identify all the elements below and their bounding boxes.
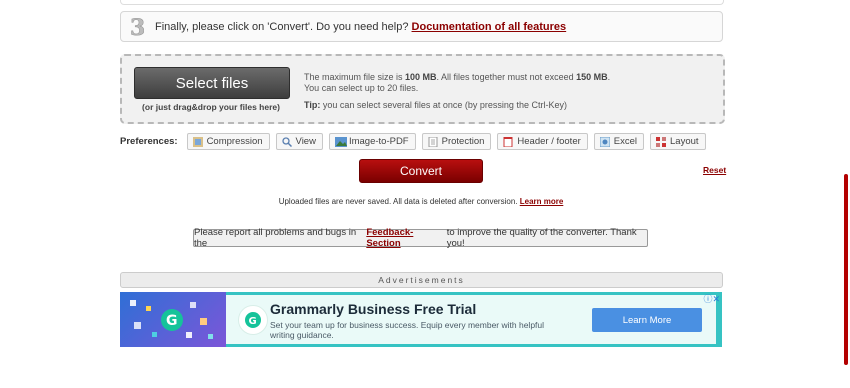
learn-more-link[interactable]: Learn more (520, 197, 564, 206)
advertisements-header: Advertisements (120, 272, 723, 288)
pref-label: Protection (441, 136, 485, 147)
feedback-section-link[interactable]: Feedback-Section (366, 227, 443, 249)
select-files-button[interactable]: Select files (134, 67, 290, 99)
svg-text:3: 3 (130, 16, 144, 38)
pref-compression-button[interactable]: Compression (186, 133, 270, 150)
preferences-label: Preferences: (120, 136, 178, 147)
pref-label: Header / footer (517, 136, 581, 147)
drag-drop-hint: (or just drag&drop your files here) (142, 102, 280, 112)
documentation-link[interactable]: Documentation of all features (412, 21, 567, 33)
pref-excel-button[interactable]: Excel (593, 133, 644, 150)
scrollbar-thumb[interactable] (844, 174, 848, 365)
protection-icon (428, 136, 438, 147)
svg-text:G: G (166, 313, 178, 329)
upload-info: The maximum file size is 100 MB. All fil… (304, 72, 610, 111)
file-drop-zone[interactable]: Select files (or just drag&drop your fil… (120, 54, 725, 124)
tip-text: Tip: you can select several files at onc… (304, 100, 567, 110)
svg-text:G: G (249, 316, 257, 327)
ad-choices-icon[interactable]: ⓘ✕ (703, 292, 720, 305)
preferences-bar: Preferences: Compression View Image-to-P… (120, 132, 712, 151)
feedback-notice: Please report all problems and bugs in t… (193, 227, 648, 249)
ad-title: Grammarly Business Free Trial (270, 301, 477, 317)
pref-layout-button[interactable]: Layout (650, 133, 706, 150)
header-footer-icon (503, 136, 513, 147)
previous-step-panel (120, 0, 724, 5)
pref-protection-button[interactable]: Protection (421, 133, 492, 150)
pref-label: Layout (670, 136, 699, 147)
privacy-notice: Uploaded files are never saved. All data… (278, 197, 564, 206)
excel-icon (599, 136, 611, 147)
step-3-text: Finally, please click on 'Convert'. Do y… (155, 20, 567, 33)
pref-label: Excel (613, 136, 637, 147)
step-3-panel: 3 Finally, please click on 'Convert'. Do… (120, 11, 723, 42)
file-count-limit-text: You can select up to 20 files. (304, 83, 419, 93)
ad-card: G Grammarly Business Free Trial Set your… (226, 295, 716, 344)
pref-label: View (295, 136, 316, 147)
compression-icon (192, 136, 203, 147)
file-size-limit-text: The maximum file size is 100 MB. All fil… (304, 72, 611, 82)
convert-button[interactable]: Convert (359, 159, 483, 183)
pref-view-button[interactable]: View (275, 133, 323, 150)
pref-label: Compression (206, 136, 263, 147)
ad-banner[interactable]: G G Grammarly Business Free Trial Set yo… (120, 292, 722, 347)
pref-label: Image-to-PDF (348, 136, 409, 147)
reset-link[interactable]: Reset (703, 165, 726, 175)
grammarly-logo-icon: G (238, 305, 268, 335)
image-icon (334, 136, 347, 147)
pref-header-footer-button[interactable]: Header / footer (497, 133, 588, 150)
step-3-icon: 3 (127, 15, 147, 39)
ad-illustration: G (120, 292, 226, 347)
ad-description: Set your team up for business success. E… (270, 320, 545, 340)
layout-icon (656, 136, 666, 147)
ad-learn-more-button[interactable]: Learn More (592, 308, 702, 332)
pref-image-to-pdf-button[interactable]: Image-to-PDF (328, 133, 416, 150)
view-icon (281, 136, 292, 147)
